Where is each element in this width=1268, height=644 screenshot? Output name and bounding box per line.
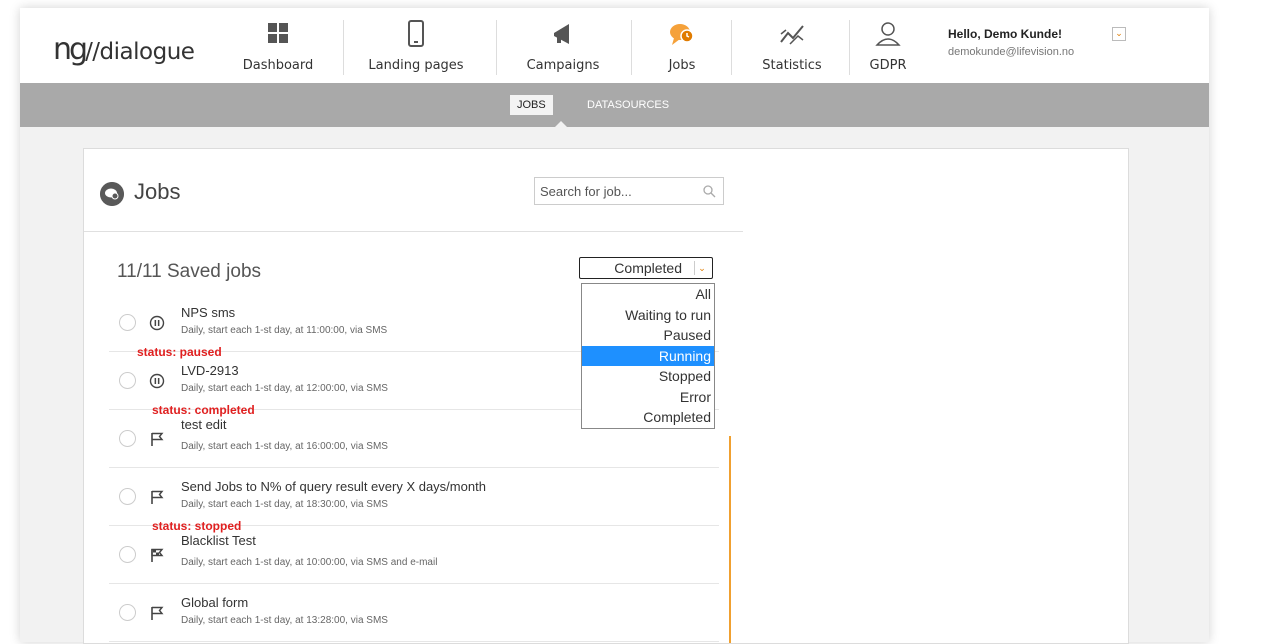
job-name: NPS sms — [181, 305, 236, 320]
app-logo[interactable]: ng//dialogue — [53, 32, 195, 67]
statistics-icon — [780, 25, 804, 45]
job-schedule: Daily, start each 1-st day, at 16:00:00,… — [181, 441, 388, 452]
nav-jobs[interactable]: Jobs — [642, 8, 722, 83]
app-window: ng//dialogue Dashboard Landing pages Cam… — [20, 8, 1209, 644]
mobile-phone-icon — [408, 20, 424, 47]
chevron-down-icon: ⌄ — [1115, 28, 1123, 38]
job-name: Blacklist Test — [181, 533, 256, 548]
job-schedule: Daily, start each 1-st day, at 18:30:00,… — [181, 499, 388, 510]
job-schedule: Daily, start each 1-st day, at 11:00:00,… — [181, 325, 388, 336]
flag-icon — [151, 490, 164, 504]
nav-landing-pages[interactable]: Landing pages — [356, 8, 476, 83]
status-filter-dropdown: All Waiting to run Paused Running Stoppe… — [581, 283, 715, 429]
search-icon[interactable] — [703, 185, 716, 198]
flag-icon — [151, 432, 164, 446]
nav-separator — [631, 20, 632, 75]
annotation-completed: status: completed — [152, 403, 255, 417]
user-menu-toggle[interactable]: ⌄ — [1112, 27, 1126, 41]
flag-icon — [151, 606, 164, 620]
jobs-panel: Jobs 11/11 Saved jobs Completed ⌄ NPS sm… — [83, 148, 745, 644]
job-name: LVD-2913 — [181, 363, 239, 378]
annotation-paused: status: paused — [137, 345, 222, 359]
jobs-icon — [100, 182, 124, 206]
job-select-radio[interactable] — [119, 430, 136, 447]
job-select-radio[interactable] — [119, 372, 136, 389]
search-input[interactable] — [535, 178, 700, 204]
job-select-radio[interactable] — [119, 314, 136, 331]
job-select-radio[interactable] — [119, 546, 136, 563]
nav-campaigns[interactable]: Campaigns — [508, 8, 618, 83]
job-select-radio[interactable] — [119, 604, 136, 621]
nav-gdpr[interactable]: GDPR — [860, 8, 916, 83]
filter-option-error[interactable]: Error — [582, 387, 714, 408]
megaphone-icon — [554, 24, 569, 44]
nav-separator — [731, 20, 732, 75]
job-row[interactable]: Global form Daily, start each 1-st day, … — [109, 584, 719, 642]
pause-icon — [149, 315, 165, 331]
jobs-panel-header: Jobs — [84, 149, 744, 232]
job-row[interactable]: Blacklist Test Daily, start each 1-st da… — [109, 526, 719, 584]
detail-panel — [743, 148, 1129, 644]
nav-dashboard[interactable]: Dashboard — [230, 8, 326, 83]
nav-separator — [496, 20, 497, 75]
user-greeting: Hello, Demo Kunde! — [948, 27, 1063, 41]
job-schedule: Daily, start each 1-st day, at 12:00:00,… — [181, 383, 388, 394]
filter-option-running[interactable]: Running — [582, 345, 714, 366]
job-schedule: Daily, start each 1-st day, at 10:00:00,… — [181, 557, 438, 568]
page-title: Jobs — [134, 179, 181, 204]
annotation-stopped: status: stopped — [152, 519, 242, 533]
tab-datasources[interactable]: DATASOURCES — [580, 95, 676, 115]
checkered-flag-icon — [151, 548, 164, 562]
user-email: demokunde@lifevision.no — [948, 46, 1075, 58]
dashboard-icon — [268, 23, 288, 43]
user-info: Hello, Demo Kunde! demokunde@lifevision.… — [948, 27, 1074, 58]
nav-separator — [849, 20, 850, 75]
jobs-icon — [670, 24, 694, 45]
saved-jobs-count: 11/11 Saved jobs — [117, 261, 262, 282]
user-icon — [875, 22, 901, 46]
nav-statistics[interactable]: Statistics — [742, 8, 842, 83]
nav-separator — [343, 20, 344, 75]
top-navigation: ng//dialogue Dashboard Landing pages Cam… — [20, 8, 1209, 83]
job-row[interactable]: Send Jobs to N% of query result every X … — [109, 468, 719, 526]
filter-option-completed[interactable]: Completed — [582, 407, 714, 428]
search-box — [534, 177, 724, 205]
scroll-indicator — [729, 436, 731, 643]
status-filter-select[interactable]: Completed ⌄ — [579, 257, 713, 279]
chevron-down-icon: ⌄ — [694, 261, 709, 275]
filter-option-stopped[interactable]: Stopped — [582, 366, 714, 387]
job-name: Send Jobs to N% of query result every X … — [181, 479, 486, 494]
job-schedule: Daily, start each 1-st day, at 13:28:00,… — [181, 615, 388, 626]
pause-icon — [149, 373, 165, 389]
filter-option-all[interactable]: All — [582, 284, 714, 305]
tab-jobs[interactable]: JOBS — [510, 95, 553, 115]
active-tab-caret — [555, 121, 567, 127]
job-name: test edit — [181, 417, 227, 432]
job-name: Global form — [181, 595, 249, 610]
filter-option-waiting-to-run[interactable]: Waiting to run — [582, 305, 714, 326]
sub-navigation: JOBS DATASOURCES — [20, 83, 1209, 127]
job-select-radio[interactable] — [119, 488, 136, 505]
filter-option-paused[interactable]: Paused — [582, 325, 714, 346]
